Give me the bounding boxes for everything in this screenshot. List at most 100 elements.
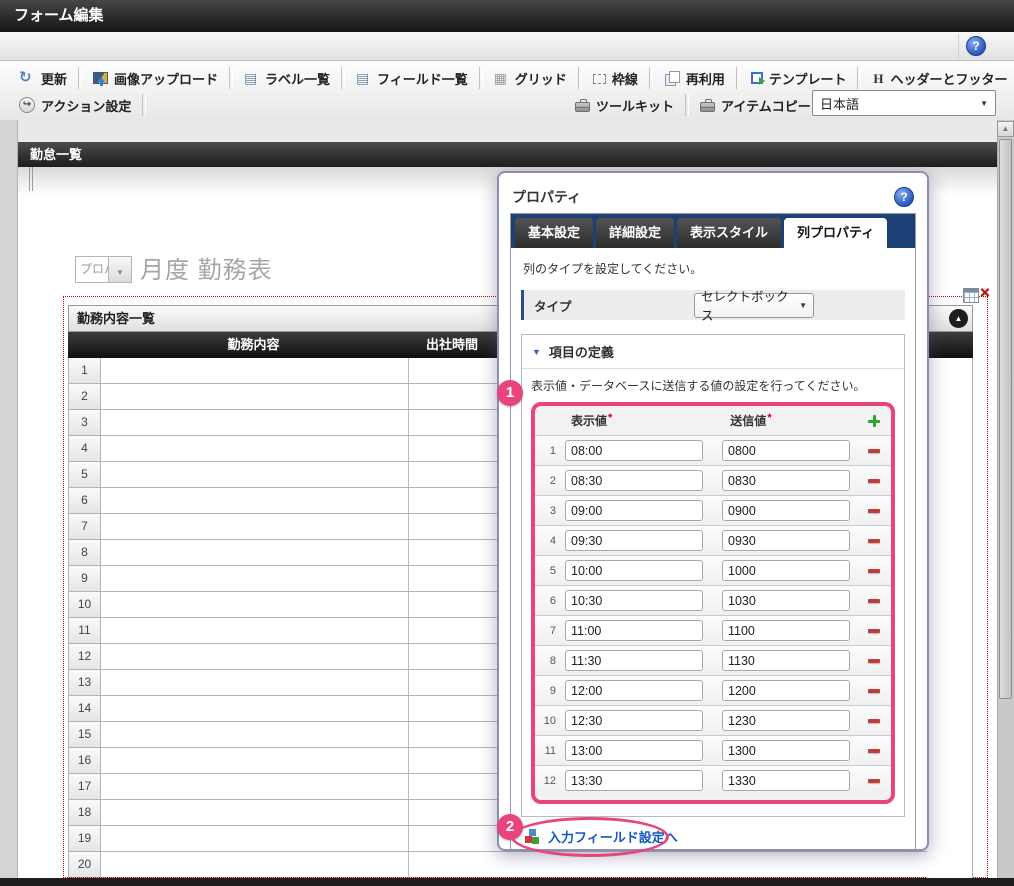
remove-row-icon[interactable] [868,779,880,783]
send-value-input[interactable] [722,680,850,701]
label-list-icon [244,71,259,86]
canvas-page-title[interactable]: 月度 勤務表 [140,250,273,285]
border-button[interactable]: 枠線 [584,65,647,91]
display-value-input[interactable] [565,590,703,611]
tab-basic-settings[interactable]: 基本設定 [515,218,593,248]
divider [685,94,689,116]
display-value-input[interactable] [565,470,703,491]
send-value-input[interactable] [722,500,850,521]
divider [736,67,740,89]
remove-row-icon[interactable] [868,719,880,723]
tab-display-style[interactable]: 表示スタイル [677,218,781,248]
item-row: 7 [535,615,891,645]
item-row: 6 [535,585,891,615]
reuse-icon [664,71,680,85]
grid-button[interactable]: グリッド [485,65,576,91]
send-value-input[interactable] [722,470,850,491]
item-row: 8 [535,645,891,675]
display-value-input[interactable] [565,740,703,761]
label-list-button[interactable]: ラベル一覧 [235,65,339,91]
divider [958,34,959,59]
send-value-input[interactable] [722,620,850,641]
send-value-input[interactable] [722,710,850,731]
display-value-input[interactable] [565,710,703,731]
chevron-down-icon [116,268,124,277]
remove-row-icon[interactable] [868,539,880,543]
type-select[interactable]: セレクトボックス [694,293,814,318]
display-value-input[interactable] [565,650,703,671]
image-upload-icon [93,72,108,84]
update-button[interactable]: 更新 [10,65,76,91]
add-row-icon[interactable] [868,415,880,427]
display-value-input[interactable] [565,530,703,551]
scrollbar-up-icon[interactable] [997,121,1014,137]
item-row-number: 1 [535,445,561,457]
item-row-number: 3 [535,505,561,517]
type-row: タイプ セレクトボックス [521,290,905,320]
display-value-input[interactable] [565,440,703,461]
table-handle-icon[interactable] [963,288,979,303]
header-footer-button[interactable]: ヘッダーとフッター [863,65,1014,91]
remove-row-icon[interactable] [868,509,880,513]
display-value-input[interactable] [565,770,703,791]
remove-row-icon[interactable] [868,749,880,753]
toolkit-button[interactable]: ツールキット [566,92,683,118]
remove-row-icon[interactable] [868,479,880,483]
send-value-input[interactable] [722,770,850,791]
field-list-button[interactable]: フィールド一覧 [347,65,477,91]
dialog-header: プロパティ [510,181,916,213]
action-settings-button[interactable]: アクション設定 [10,92,140,118]
items-rows: 123456789101112 [535,435,891,795]
template-button[interactable]: テンプレート [742,65,856,91]
header-footer-icon [872,71,884,86]
item-copy-button[interactable]: アイテムコピー [691,92,820,118]
reuse-button[interactable]: 再利用 [655,65,734,91]
remove-row-icon[interactable] [868,689,880,693]
send-value-input[interactable] [722,740,850,761]
remove-row-icon[interactable] [868,659,880,663]
divider [479,67,483,89]
divider [578,67,582,89]
divider [229,67,233,89]
display-value-input[interactable] [565,500,703,521]
window-titlebar: フォーム編集 [0,0,1014,32]
item-row-number: 12 [535,775,561,787]
combo-dropdown-button[interactable] [109,256,132,283]
toolbar-row-2b: ツールキット アイテムコピー [566,92,820,118]
display-value-input[interactable] [565,680,703,701]
item-definition-header[interactable]: 項目の定義 [522,335,904,369]
template-icon [751,72,763,84]
item-row-number: 5 [535,565,561,577]
button-label: 更新 [41,69,67,88]
send-value-input[interactable] [722,560,850,581]
divider [341,67,345,89]
page-title: フォーム編集 [14,7,104,24]
tab-detail-settings[interactable]: 詳細設定 [596,218,674,248]
image-upload-button[interactable]: 画像アップロード [84,65,227,91]
display-value-input[interactable] [565,620,703,641]
remove-row-icon[interactable] [868,449,880,453]
scrollbar-thumb[interactable] [999,139,1012,699]
toolbar-row-1: 更新 画像アップロード ラベル一覧 フィールド一覧 グリッド [10,65,1014,91]
send-value-input[interactable] [722,440,850,461]
language-select[interactable]: 日本語 [812,90,996,116]
combo-value[interactable]: プロパ [75,256,109,283]
help-icon[interactable] [966,36,986,56]
item-definition-section: 項目の定義 表示値・データベースに送信する値の設定を行ってください。 表示値* … [521,334,905,817]
type-instruction: 列のタイプを設定してください。 [523,260,905,277]
delete-icon[interactable] [980,284,990,302]
tab-column-properties[interactable]: 列プロパティ [784,218,887,248]
remove-row-icon[interactable] [868,629,880,633]
send-value-input[interactable] [722,650,850,671]
field-list-icon [356,71,371,86]
send-value-input[interactable] [722,530,850,551]
remove-row-icon[interactable] [868,569,880,573]
toolbar: 更新 画像アップロード ラベル一覧 フィールド一覧 グリッド [0,61,1014,121]
display-value-input[interactable] [565,560,703,581]
button-label: ツールキット [596,96,674,115]
help-icon[interactable] [894,187,914,207]
send-value-input[interactable] [722,590,850,611]
item-row: 3 [535,495,891,525]
remove-row-icon[interactable] [868,599,880,603]
item-definition-body: 表示値・データベースに送信する値の設定を行ってください。 表示値* 送信値* 1… [522,369,904,816]
